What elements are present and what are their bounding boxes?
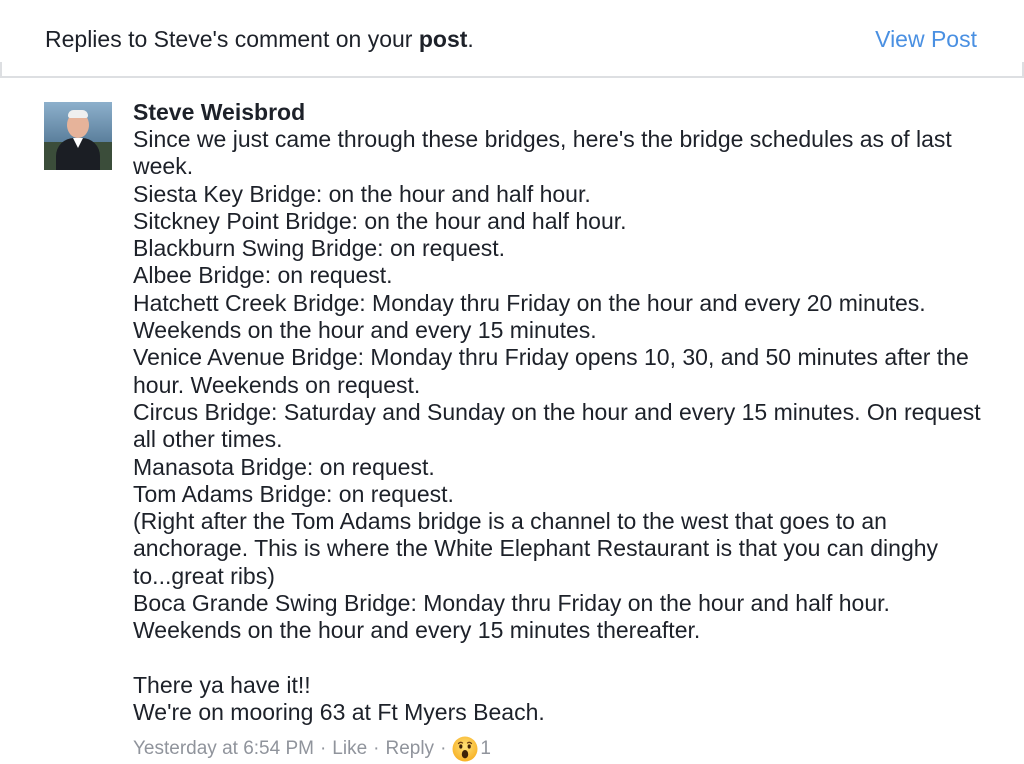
reply-button[interactable]: Reply [385, 737, 434, 761]
meta-separator: · [319, 738, 327, 759]
comment-body: Steve Weisbrod Since we just came throug… [133, 98, 993, 727]
comment: Steve Weisbrod Since we just came throug… [0, 78, 1024, 764]
comment-timestamp[interactable]: Yesterday at 6:54 PM [133, 737, 314, 761]
like-button[interactable]: Like [332, 737, 367, 761]
header-title-prefix: Replies to Steve's comment on your [45, 26, 419, 52]
author-avatar[interactable] [44, 102, 112, 170]
view-post-link[interactable]: View Post [875, 25, 977, 53]
reaction-count[interactable]: 1 [480, 737, 491, 761]
meta-separator: · [373, 738, 380, 759]
comment-author-name[interactable]: Steve Weisbrod [133, 98, 993, 126]
post-link-text[interactable]: post [419, 26, 468, 52]
comment-text: Since we just came through these bridges… [133, 126, 981, 726]
header-title-suffix: . [467, 26, 474, 52]
comment-meta: Yesterday at 6:54 PM · Like · Reply · 1 [133, 736, 491, 762]
meta-separator: · [440, 738, 447, 759]
wow-reaction-icon[interactable] [452, 736, 478, 762]
header-title: Replies to Steve's comment on your post. [45, 25, 474, 53]
replies-header: Replies to Steve's comment on your post.… [0, 0, 1024, 76]
